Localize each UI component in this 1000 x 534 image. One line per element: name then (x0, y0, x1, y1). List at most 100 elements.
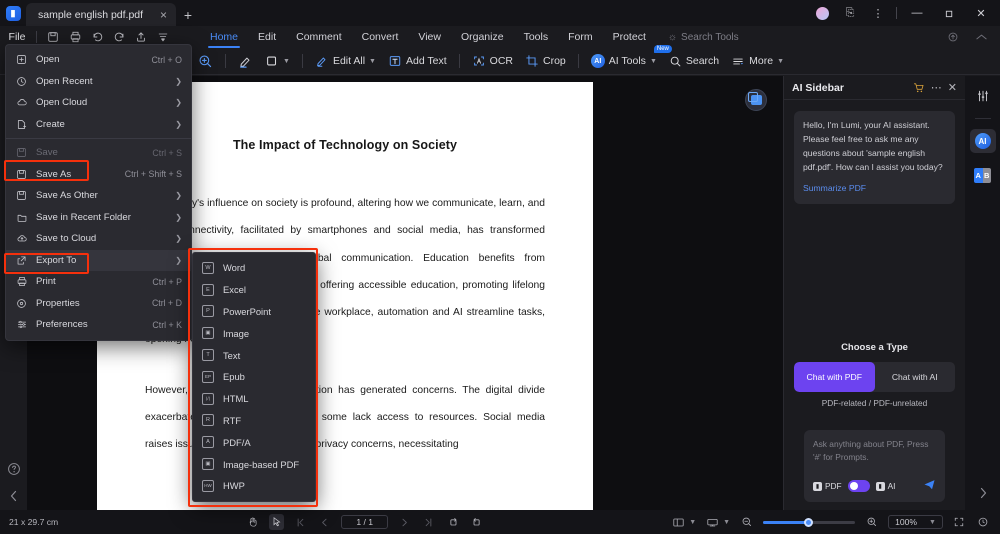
collapse-right-panel-icon[interactable] (978, 487, 988, 502)
first-page-button[interactable] (293, 517, 308, 528)
menu-item-save-as-other[interactable]: Save As Other ❯ (6, 185, 191, 207)
document-tab[interactable]: sample english pdf.pdf × (26, 3, 176, 26)
previous-page-button[interactable] (317, 517, 332, 528)
ribbon-tab-tools[interactable]: Tools (524, 26, 549, 48)
select-tool-icon[interactable] (269, 514, 285, 530)
zoom-in-icon[interactable] (864, 516, 879, 528)
search-label: Search (685, 55, 720, 67)
more-icon[interactable]: ⋯ (931, 81, 942, 94)
menu-item-open[interactable]: Open Ctrl + O (6, 49, 191, 71)
ocr-button[interactable]: OCR (466, 50, 519, 72)
more-options-icon[interactable]: ⋮ (865, 0, 891, 26)
image-icon: ▣ (202, 327, 214, 340)
pdf-chip[interactable]: ▮ PDF (813, 481, 842, 491)
search-tools[interactable]: ☼ Search Tools (668, 32, 739, 43)
last-page-button[interactable] (421, 517, 436, 528)
hand-tool-icon[interactable] (245, 516, 260, 528)
close-button[interactable]: ✕ (966, 0, 996, 26)
export-item-label: Text (223, 349, 241, 361)
crop-button[interactable]: Crop (519, 50, 572, 72)
ribbon-tab-comment[interactable]: Comment (296, 26, 342, 48)
menu-item-print[interactable]: Print Ctrl + P (6, 271, 191, 293)
crop-label: Crop (543, 55, 566, 67)
chat-with-ai-button[interactable]: Chat with AI (875, 362, 956, 392)
minimize-button[interactable]: — (902, 0, 932, 26)
collapse-left-panel-icon[interactable] (9, 490, 19, 502)
chevron-down-icon: ▼ (649, 57, 657, 65)
fullscreen-icon[interactable] (952, 516, 967, 528)
zoom-tool-button[interactable] (192, 50, 219, 72)
ai-composer[interactable]: Ask anything about PDF, Press '#' for Pr… (804, 430, 945, 502)
menu-item-properties[interactable]: Properties Ctrl + D (6, 293, 191, 315)
ribbon-tab-home[interactable]: Home (207, 26, 241, 48)
menu-item-export-to[interactable]: Export To ❯ (6, 249, 191, 271)
ribbon-tab-protect[interactable]: Protect (613, 26, 646, 48)
export-item-text[interactable]: T Text (193, 344, 315, 366)
screenshot-icon (747, 92, 762, 105)
floating-screenshot-button[interactable] (745, 89, 767, 111)
menu-item-create[interactable]: Create ❯ (6, 114, 191, 136)
export-item-epub[interactable]: EP Epub (193, 366, 315, 388)
menu-item-open-cloud[interactable]: Open Cloud ❯ (6, 92, 191, 114)
menu-item-save-to-cloud[interactable]: Save to Cloud ❯ (6, 228, 191, 250)
screenshot-icon[interactable]: ⎘ (837, 0, 863, 26)
close-tab-icon[interactable]: × (157, 9, 170, 21)
ai-tools-button[interactable]: AI AI Tools ▼ New (585, 45, 672, 72)
zoom-slider[interactable] (763, 517, 856, 527)
rotate-right-icon[interactable] (469, 516, 484, 528)
sliders-icon[interactable] (970, 84, 996, 108)
export-item-hwp[interactable]: HW HWP (193, 475, 315, 497)
export-item-word[interactable]: W Word (193, 257, 315, 279)
cart-icon[interactable] (913, 82, 925, 94)
zoom-level-select[interactable]: 100% ▼ (888, 515, 943, 529)
ribbon-tab-form[interactable]: Form (568, 26, 593, 48)
menu-item-open-recent[interactable]: Open Recent ❯ (6, 71, 191, 93)
chevron-down-icon[interactable]: ▼ (723, 519, 730, 526)
shape-tool-button[interactable]: ▼ (259, 50, 296, 72)
new-tab-button[interactable]: + (176, 3, 200, 26)
more-tools-button[interactable]: More ▼ (725, 50, 790, 72)
edit-all-button[interactable]: Edit All ▼ (309, 50, 382, 72)
chat-with-pdf-button[interactable]: Chat with PDF (794, 362, 875, 392)
help-icon[interactable] (7, 462, 21, 476)
menu-item-save-as[interactable]: Save As Ctrl + Shift + S (6, 164, 191, 186)
ribbon-tab-convert[interactable]: Convert (362, 26, 399, 48)
close-icon[interactable]: ✕ (948, 81, 957, 94)
ai-chip[interactable]: ▮ AI (875, 481, 895, 491)
export-item-image-based-pdf[interactable]: ▣ Image-based PDF (193, 453, 315, 475)
highlight-tool-button[interactable] (232, 50, 259, 72)
export-item-powerpoint[interactable]: P PowerPoint (193, 301, 315, 323)
zoom-out-icon[interactable] (739, 516, 754, 528)
add-text-button[interactable]: Add Text (382, 50, 453, 72)
maximize-button[interactable] (934, 0, 964, 26)
more-view-options-icon[interactable] (976, 516, 991, 528)
menu-item-preferences[interactable]: Preferences Ctrl + K (6, 314, 191, 336)
ribbon-tab-organize[interactable]: Organize (461, 26, 504, 48)
ai-sidebar-toggle-icon[interactable]: AI (969, 129, 996, 153)
avatar[interactable] (809, 0, 835, 26)
send-icon[interactable] (923, 478, 936, 494)
view-mode-icon[interactable] (705, 517, 720, 528)
collapse-ribbon-icon[interactable] (970, 26, 992, 48)
export-item-pdfa[interactable]: A PDF/A (193, 431, 315, 453)
export-item-rtf[interactable]: R RTF (193, 410, 315, 432)
summarize-pdf-link[interactable]: Summarize PDF (803, 182, 946, 196)
pdf-ai-toggle[interactable] (847, 480, 870, 492)
export-item-image[interactable]: ▣ Image (193, 322, 315, 344)
page-indicator[interactable]: 1 / 1 (341, 515, 389, 529)
zoom-slider-handle[interactable] (804, 517, 814, 527)
menu-item-save-in-recent-folder[interactable]: Save in Recent Folder ❯ (6, 207, 191, 229)
ribbon-tab-edit[interactable]: Edit (258, 26, 276, 48)
search-button[interactable]: Search (663, 50, 725, 72)
ribbon-tab-view[interactable]: View (418, 26, 441, 48)
folder-icon (15, 212, 28, 223)
translate-icon[interactable]: AB (970, 163, 996, 187)
search-tools-label: Search Tools (681, 31, 739, 43)
cloud-upload-icon[interactable] (942, 26, 964, 48)
export-item-html[interactable]: ⟨/⟩ HTML (193, 388, 315, 410)
next-page-button[interactable] (397, 517, 412, 528)
page-layout-icon[interactable] (671, 517, 686, 528)
rotate-left-icon[interactable] (445, 516, 460, 528)
export-item-excel[interactable]: E Excel (193, 279, 315, 301)
chevron-down-icon[interactable]: ▼ (689, 519, 696, 526)
